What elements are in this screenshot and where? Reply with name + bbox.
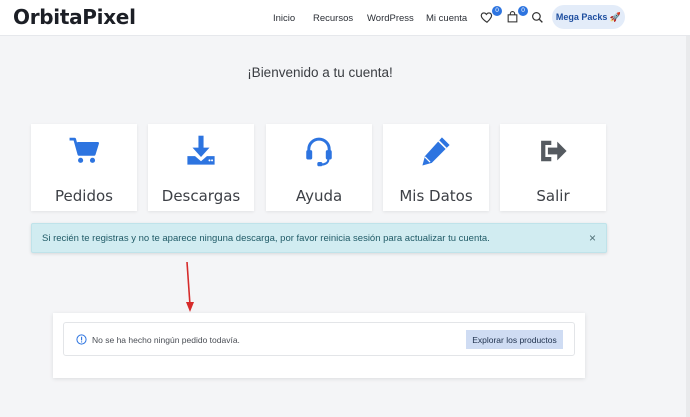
wishlist-button[interactable]: 0 — [480, 6, 502, 25]
search-icon — [532, 12, 543, 23]
card-label-salir: Salir — [536, 187, 570, 205]
card-label-mis-datos: Mis Datos — [399, 187, 473, 205]
card-mis-datos[interactable]: Mis Datos — [383, 124, 489, 211]
orders-panel: No se ha hecho ningún pedido todavía. Ex… — [53, 313, 585, 378]
top-navbar: OrbitaPixel Inicio Recursos WordPress Mi… — [0, 0, 690, 36]
pencil-icon — [422, 137, 450, 166]
info-icon — [76, 334, 87, 345]
card-salir[interactable]: Salir — [500, 124, 606, 211]
close-notice-button[interactable]: × — [589, 231, 596, 245]
wishlist-count-badge: 0 — [492, 6, 502, 16]
card-ayuda[interactable]: Ayuda — [266, 124, 372, 211]
scrollbar[interactable] — [686, 36, 690, 417]
explore-products-button[interactable]: Explorar los productos — [466, 330, 563, 349]
cart-button[interactable]: 0 — [506, 6, 528, 25]
no-orders-message: No se ha hecho ningún pedido todavía. Ex… — [63, 322, 575, 356]
notice-text: Si recién te registras y no te aparece n… — [42, 233, 490, 244]
nav-inicio[interactable]: Inicio — [273, 13, 295, 24]
nav-recursos[interactable]: Recursos — [313, 13, 353, 24]
cart-icon — [69, 137, 99, 163]
card-label-descargas: Descargas — [161, 187, 241, 205]
site-logo[interactable]: OrbitaPixel — [13, 5, 136, 29]
headset-icon — [306, 137, 332, 167]
card-pedidos[interactable]: Pedidos — [31, 124, 137, 211]
mega-packs-button[interactable]: Mega Packs 🚀 — [552, 5, 625, 29]
search-button[interactable] — [531, 9, 547, 25]
cart-count-badge: 0 — [518, 6, 528, 16]
card-descargas[interactable]: Descargas — [148, 124, 254, 211]
info-notice: Si recién te registras y no te aparece n… — [31, 223, 607, 253]
download-icon — [187, 135, 215, 165]
card-label-ayuda: Ayuda — [295, 187, 343, 205]
card-label-pedidos: Pedidos — [55, 187, 113, 205]
no-orders-text: No se ha hecho ningún pedido todavía. — [92, 335, 240, 345]
nav-mi-cuenta[interactable]: Mi cuenta — [426, 13, 467, 24]
nav-wordpress[interactable]: WordPress — [367, 13, 414, 24]
logout-icon — [541, 140, 567, 162]
bag-icon — [507, 11, 518, 23]
welcome-heading: ¡Bienvenido a tu cuenta! — [247, 65, 393, 80]
